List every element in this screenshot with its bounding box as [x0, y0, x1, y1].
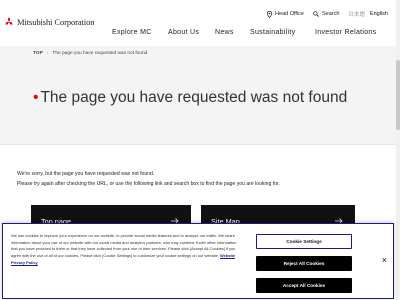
global-nav: Explore MC About Us News Sustainability …	[112, 29, 383, 36]
lang-japanese[interactable]: 日本語	[348, 10, 365, 18]
page-title-text: The page you have requested was not foun…	[40, 89, 348, 106]
page-title: • The page you have requested was not fou…	[33, 87, 363, 108]
lang-english[interactable]: English	[370, 11, 388, 17]
logo[interactable]: Mitsubishi Corporation	[4, 17, 94, 27]
scrollbar[interactable]	[396, 0, 400, 300]
message-line-1: We're sorry, but the page you have reque…	[17, 171, 155, 177]
breadcrumb: TOP › The page you have requested was no…	[33, 51, 147, 56]
cookie-banner: We use cookies to improve your experienc…	[2, 223, 394, 299]
nav-sustainability[interactable]: Sustainability	[250, 29, 315, 36]
divider	[0, 144, 396, 145]
head-office-link[interactable]: Head Office	[267, 10, 304, 18]
map-pin-icon	[267, 10, 273, 18]
utility-bar: Head Office Search 日本語 English	[258, 10, 388, 18]
hero-section: TOP › The page you have requested was no…	[0, 46, 396, 144]
site-header: Mitsubishi Corporation Head Office Searc…	[0, 0, 396, 46]
reject-all-cookies-button[interactable]: Reject All Cookies	[256, 256, 352, 271]
cookie-text-body: We use cookies to improve your experienc…	[11, 233, 237, 259]
message-line-2: Please try again after checking the URL,…	[17, 181, 280, 187]
nav-news[interactable]: News	[215, 29, 250, 36]
nav-explore-mc[interactable]: Explore MC	[112, 29, 168, 36]
logo-text: Mitsubishi Corporation	[17, 17, 95, 27]
head-office-label: Head Office	[275, 11, 304, 17]
close-icon[interactable]: ×	[382, 255, 387, 265]
search-label: Search	[322, 11, 340, 17]
chevron-right-icon: ›	[46, 51, 49, 56]
language-switcher: 日本語 English	[348, 10, 388, 18]
three-diamonds-logo-icon	[5, 17, 13, 25]
nav-about-us[interactable]: About Us	[168, 29, 215, 36]
accept-all-cookies-button[interactable]: Accept All Cookies	[256, 278, 352, 293]
breadcrumb-top[interactable]: TOP	[33, 51, 43, 56]
nav-investor-relations[interactable]: Investor Relations	[315, 29, 383, 36]
red-bullet-icon: •	[33, 89, 39, 106]
search-button[interactable]: Search	[313, 11, 339, 17]
cookie-text: We use cookies to improve your experienc…	[11, 233, 239, 267]
cookie-settings-button[interactable]: Cookie Settings	[256, 234, 352, 249]
scrollbar-thumb[interactable]	[396, 60, 400, 130]
breadcrumb-current: The page you have requested was not foun…	[52, 51, 148, 56]
not-found-message: We're sorry, but the page you have reque…	[17, 169, 280, 189]
search-icon	[313, 11, 319, 17]
